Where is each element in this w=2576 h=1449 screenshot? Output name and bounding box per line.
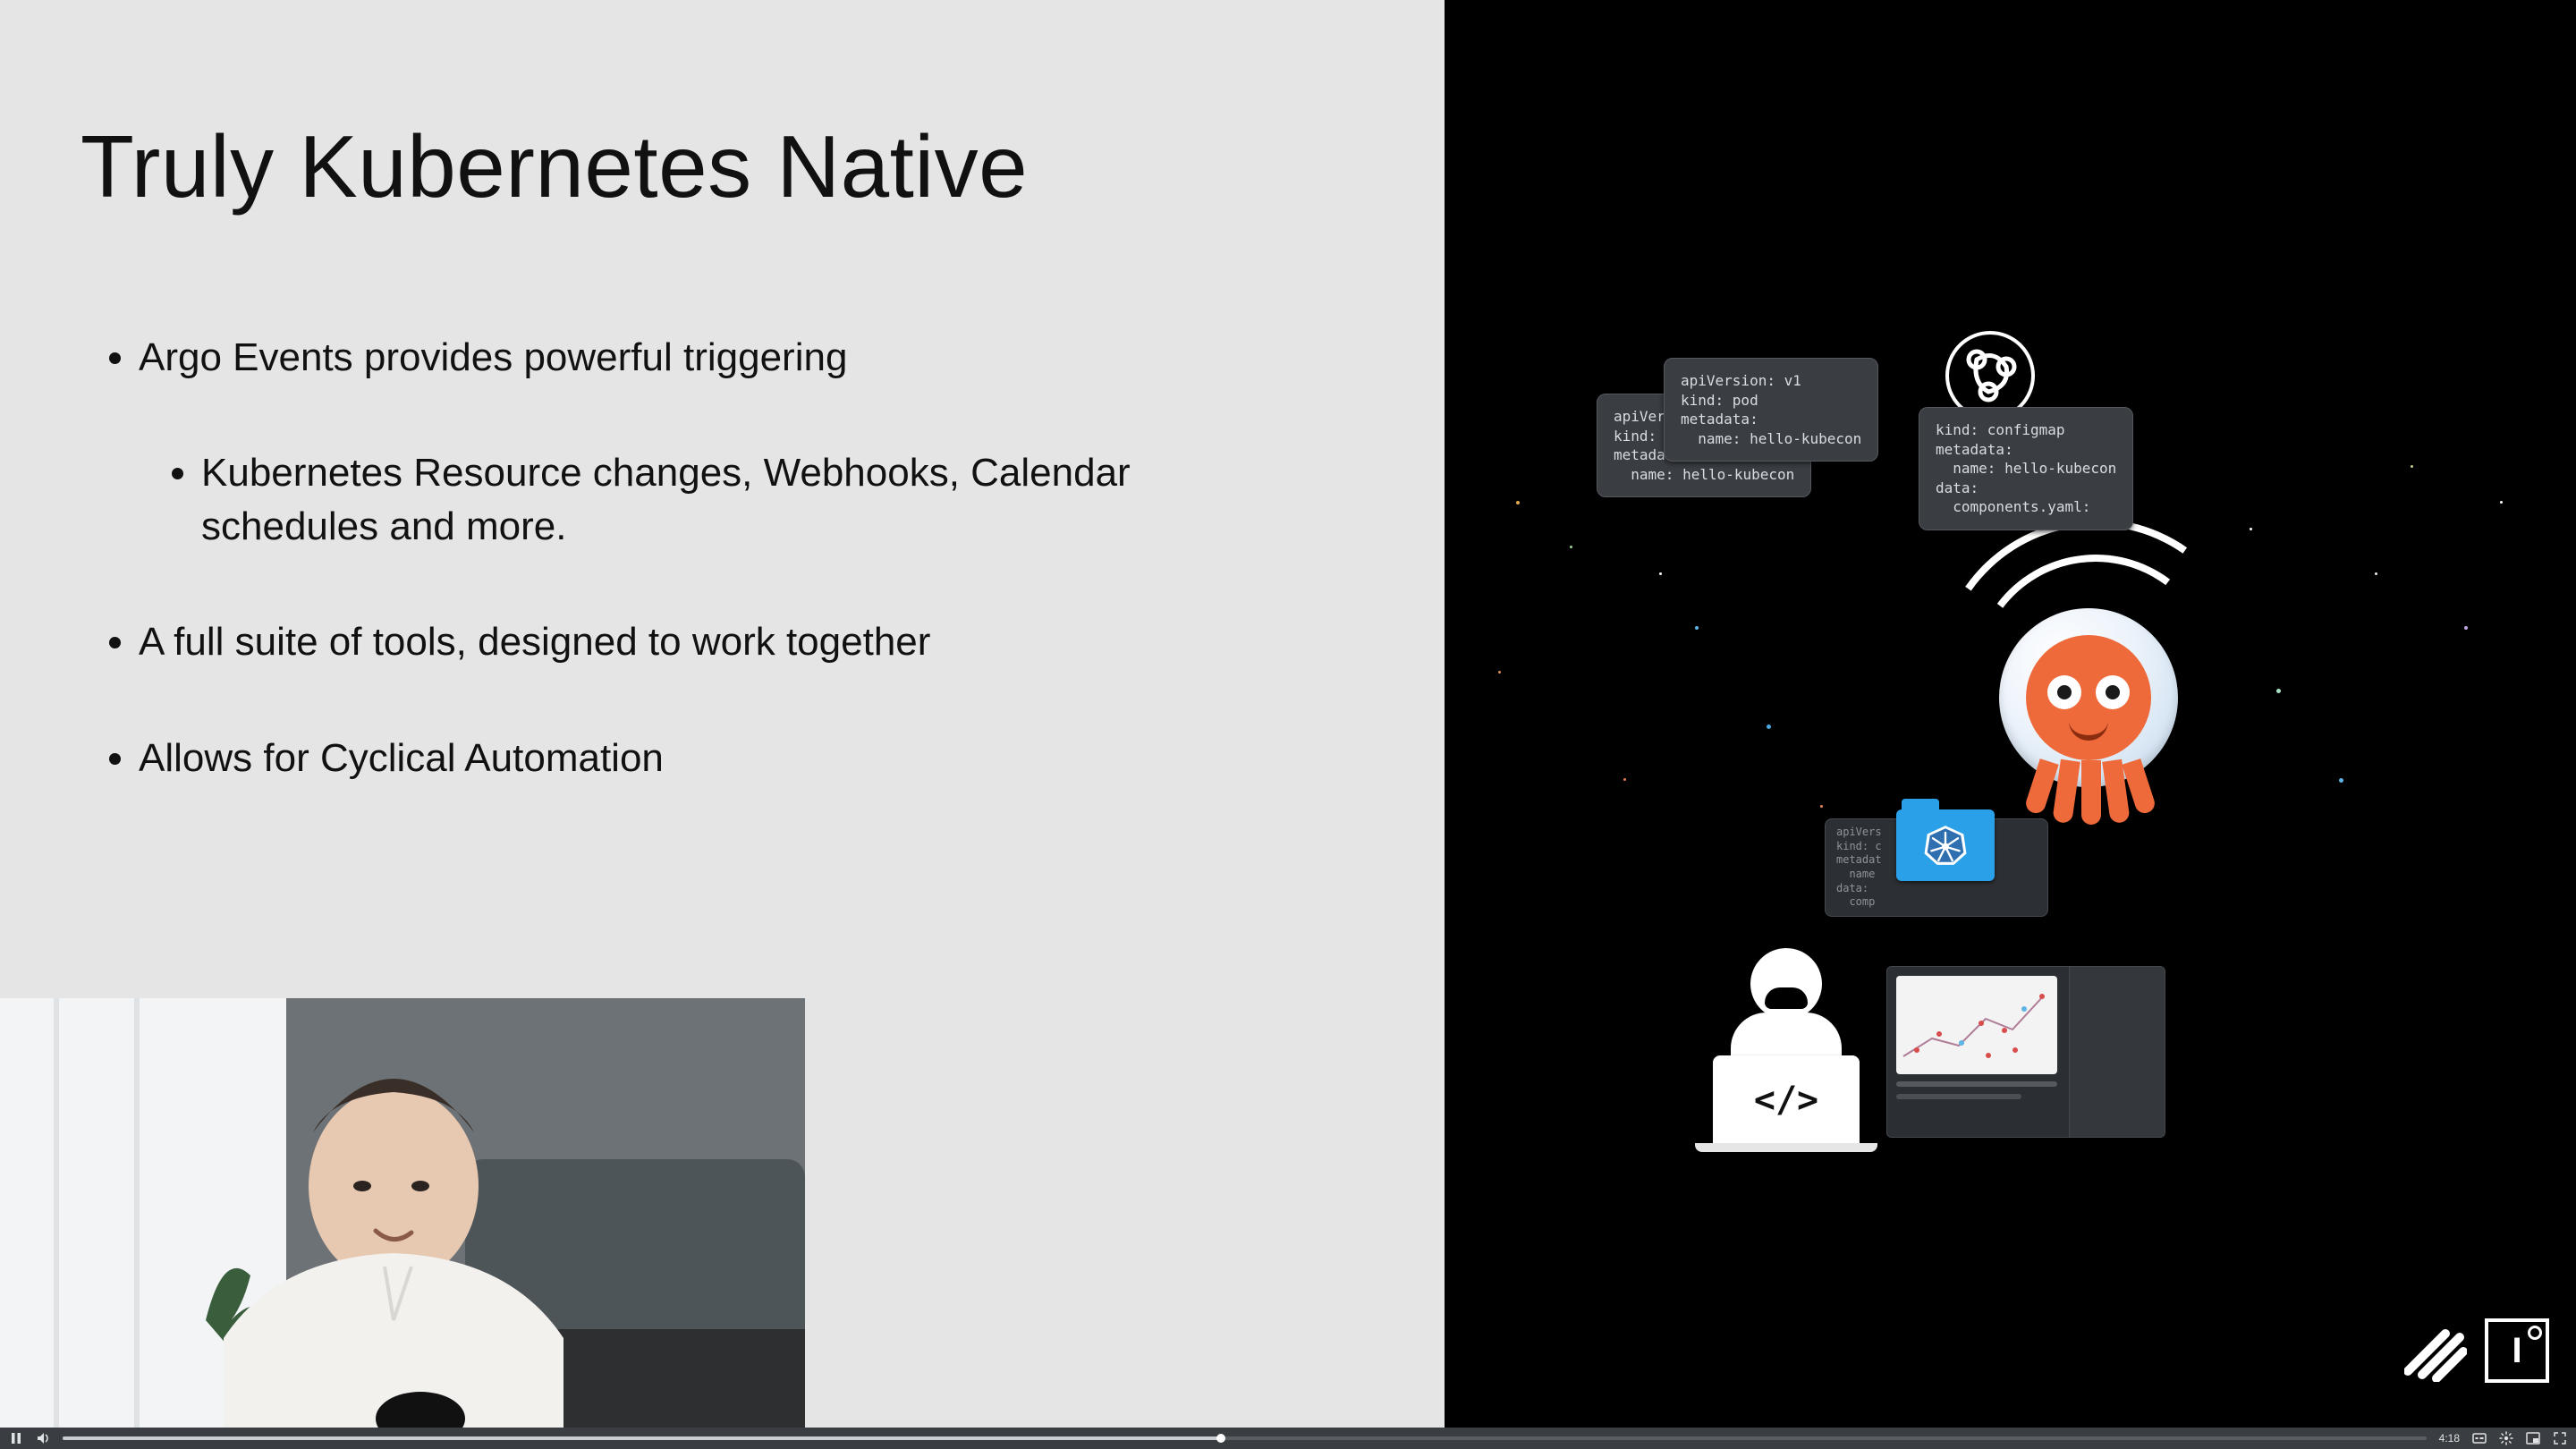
slide-title: Truly Kubernetes Native	[80, 116, 1028, 217]
bullet-2: A full suite of tools, designed to work …	[139, 615, 1310, 668]
pause-button[interactable]	[9, 1431, 23, 1445]
kubernetes-folder	[1896, 809, 1995, 881]
slide-bullets: Argo Events provides powerful triggering…	[103, 331, 1310, 847]
developer-group: </>	[1695, 948, 2321, 1154]
developer-avatar	[1750, 948, 1822, 1020]
brand-stripes-icon	[2404, 1319, 2467, 1382]
codebox-configmap: kind: configmap metadata: name: hello-ku…	[1919, 407, 2133, 530]
presenter-webcam	[0, 998, 805, 1428]
bullet-1-text: Argo Events provides powerful triggering	[139, 335, 847, 379]
degree-icon	[2528, 1326, 2542, 1340]
current-time: 4:18	[2439, 1432, 2460, 1445]
pip-button[interactable]	[2526, 1431, 2540, 1445]
volume-button[interactable]	[36, 1431, 50, 1445]
bullet-1: Argo Events provides powerful triggering…	[139, 331, 1310, 553]
progress-handle[interactable]	[1216, 1434, 1225, 1443]
illustration-panel: apiVersion: v1 kind: environment metadat…	[1445, 0, 2576, 1428]
captions-button[interactable]	[2472, 1431, 2487, 1445]
settings-button[interactable]	[2499, 1431, 2513, 1445]
fullscreen-button[interactable]	[2553, 1431, 2567, 1445]
kubernetes-snippet: apiVers kind: c metadat name data: comp	[1836, 826, 1882, 910]
slide-panel: Truly Kubernetes Native Argo Events prov…	[0, 0, 1445, 1428]
laptop: </>	[1713, 1055, 1860, 1145]
watermark-logos: I	[2404, 1318, 2549, 1383]
bullet-1-1: Kubernetes Resource changes, Webhooks, C…	[201, 446, 1310, 553]
video-frame: Truly Kubernetes Native Argo Events prov…	[0, 0, 2576, 1428]
progress-fill	[63, 1436, 1221, 1440]
bullet-3: Allows for Cyclical Automation	[139, 732, 1310, 784]
codebox-pod: apiVersion: v1 kind: pod metadata: name:…	[1664, 358, 1878, 462]
dashboard-icon	[1886, 966, 2165, 1138]
progress-bar[interactable]	[63, 1436, 2427, 1440]
laptop-code-symbol: </>	[1754, 1080, 1818, 1121]
brand-iq-logo: I	[2485, 1318, 2549, 1383]
video-controls: 4:18	[0, 1428, 2576, 1449]
brand-iq-text: I	[2512, 1331, 2521, 1371]
video-player-stage: Truly Kubernetes Native Argo Events prov…	[0, 0, 2576, 1449]
kubernetes-icon	[1923, 823, 1968, 868]
dashboard-chart	[1896, 976, 2057, 1074]
